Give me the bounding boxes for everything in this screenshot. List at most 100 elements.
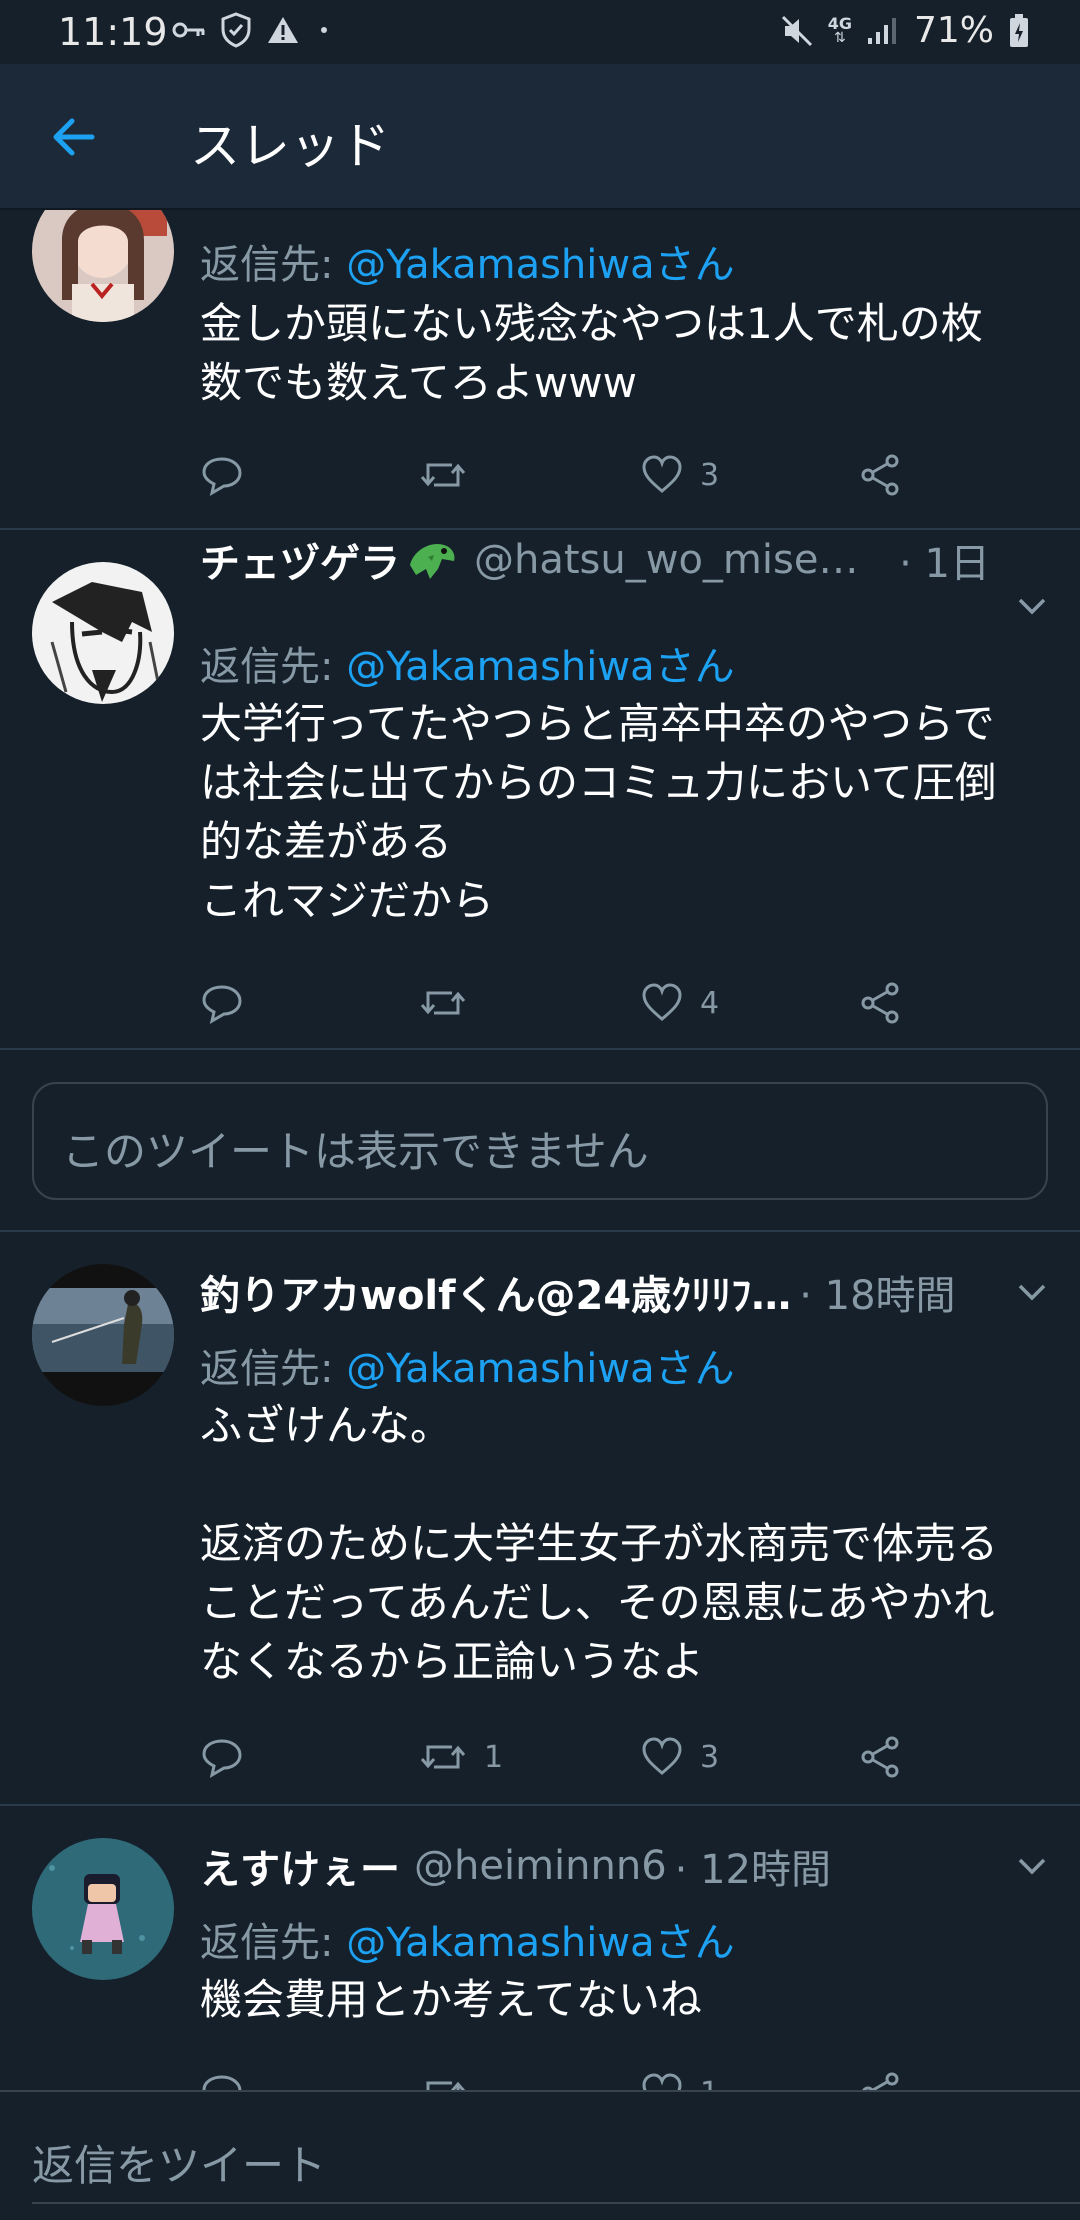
retweet-button[interactable] <box>418 2068 468 2090</box>
mention-link[interactable]: @Yakamashiwaさん <box>346 242 734 288</box>
reply-button[interactable] <box>200 2068 244 2090</box>
retweet-button[interactable] <box>418 450 468 500</box>
tweet[interactable]: チェヅゲラ @hatsu_wo_mise… · 1日 返信先: @Yakamas… <box>0 530 1080 1050</box>
tweet-actions: 3 <box>200 450 920 500</box>
mention-link[interactable]: @Yakamashiwaさん <box>346 1346 734 1392</box>
tweet-time: · 12時間 <box>674 1847 831 1893</box>
mute-icon <box>781 15 812 46</box>
like-count: 1 <box>700 2076 719 2091</box>
heart-icon <box>642 1737 682 1775</box>
dot-icon <box>321 27 327 33</box>
display-name[interactable]: チェヅゲラ <box>200 531 400 589</box>
app-bar: スレッド <box>0 64 1080 210</box>
shield-check-icon <box>221 12 251 48</box>
user-handle: @heiminnn6 <box>414 1843 667 1889</box>
chevron-down-icon[interactable] <box>1002 586 1062 626</box>
tweet[interactable]: 釣りアカwolfくん@24歳ｸﾘﾘﾌ… · 18時間 返信先: @Yakamas… <box>0 1232 1080 1806</box>
crocodile-emoji-icon <box>410 543 455 579</box>
unavailable-text: このツイートは表示できません <box>62 1127 649 1176</box>
display-name[interactable]: えすけぇー <box>200 1837 400 1895</box>
tweet-text: ふざけんな。 返済のために大学生女子が水商売で体売る ことだってあんだし、その恩… <box>200 1401 999 1686</box>
share-button[interactable] <box>858 1732 902 1782</box>
tweet-time: · 1日 <box>899 541 990 587</box>
tweet-time: · 18時間 <box>799 1273 956 1319</box>
retweet-button[interactable] <box>418 978 468 1028</box>
retweet-count: 1 <box>484 1739 504 1775</box>
retweet-icon <box>420 1745 466 1769</box>
reply-to-label: 返信先: <box>200 1346 347 1392</box>
reply-to-label: 返信先: <box>200 242 347 288</box>
tweet[interactable]: 返信先: @Yakamashiwaさん 金しか頭にない残念なやつは1人で札の枚 … <box>0 210 1080 530</box>
signal-icon <box>867 17 896 44</box>
like-count: 4 <box>700 985 720 1021</box>
reply-to-label: 返信先: <box>200 644 347 690</box>
chevron-down-icon[interactable] <box>1002 1846 1062 1886</box>
share-button[interactable] <box>858 450 902 500</box>
unavailable-tweet-card[interactable]: このツイートは表示できません <box>32 1082 1048 1200</box>
reply-button[interactable] <box>200 1732 244 1782</box>
reply-composer[interactable]: 返信をツイート <box>0 2090 1080 2220</box>
share-icon <box>861 454 899 496</box>
tweet-text: 金しか頭にない残念なやつは1人で札の枚 数でも数えてろよwww <box>200 299 983 407</box>
reply-icon <box>202 1739 242 1779</box>
reply-to-line: 返信先: @Yakamashiwaさん <box>200 232 735 290</box>
mention-link[interactable]: @Yakamashiwaさん <box>346 644 734 690</box>
tweet-header: 釣りアカwolfくん@24歳ｸﾘﾘﾌ… · 18時間 <box>200 1262 1050 1322</box>
like-count: 3 <box>700 1739 720 1775</box>
reply-icon <box>202 457 242 497</box>
share-icon <box>861 982 899 1024</box>
battery-icon <box>1010 13 1028 47</box>
chevron-down-icon[interactable] <box>1002 1272 1062 1312</box>
like-count: 3 <box>700 457 720 493</box>
avatar[interactable] <box>32 1838 174 1980</box>
reply-to-label: 返信先: <box>200 1920 347 1966</box>
reply-icon <box>202 985 242 1025</box>
user-handle: @hatsu_wo_mise… <box>474 537 859 583</box>
share-button[interactable] <box>858 2068 902 2090</box>
status-bar: 11:19 4G ⇅ 71% <box>0 0 1080 64</box>
warning-icon <box>268 17 298 43</box>
back-arrow-icon <box>53 118 95 156</box>
page-title: スレッド <box>190 117 390 175</box>
avatar[interactable] <box>32 210 174 322</box>
tweet-header: チェヅゲラ @hatsu_wo_mise… · 1日 <box>200 530 1050 590</box>
share-icon <box>862 2072 899 2090</box>
reply-to-line: 返信先: @Yakamashiwaさん <box>200 634 735 692</box>
tweet-text: 大学行ってたやつらと高卒中卒のやつらで は社会に出てからのコミュ力において圧倒 … <box>200 699 997 925</box>
like-button[interactable]: 1 <box>640 2068 719 2090</box>
mention-link[interactable]: @Yakamashiwaさん <box>346 1920 734 1966</box>
reply-icon <box>202 2075 242 2090</box>
heart-icon <box>642 983 682 1021</box>
key-icon <box>172 22 205 38</box>
retweet-icon <box>420 991 466 1015</box>
tweet-actions: 4 <box>200 978 920 1028</box>
heart-icon <box>642 455 682 493</box>
tweet-header: えすけぇー @heiminnn6 · 12時間 <box>200 1836 1050 1896</box>
retweet-icon <box>420 463 466 487</box>
like-button[interactable]: 3 <box>640 450 719 500</box>
network-type: 4G <box>827 13 852 33</box>
thread-timeline[interactable]: 返信先: @Yakamashiwaさん 金しか頭にない残念なやつは1人で札の枚 … <box>0 210 1080 2090</box>
like-button[interactable]: 3 <box>640 1732 719 1782</box>
reply-underline <box>32 2202 1080 2204</box>
tweet-actions: 1 <box>200 2068 920 2090</box>
back-button[interactable] <box>40 104 106 170</box>
battery-percent: 71% <box>913 10 994 51</box>
retweet-button[interactable]: 1 <box>418 1732 503 1782</box>
retweet-icon <box>426 2081 466 2090</box>
reply-to-line: 返信先: @Yakamashiwaさん <box>200 1336 735 1394</box>
reply-placeholder[interactable]: 返信をツイート <box>32 2132 326 2193</box>
like-button[interactable]: 4 <box>640 978 719 1028</box>
network-arrows-icon: 4G ⇅ <box>827 13 852 46</box>
avatar[interactable] <box>32 562 174 704</box>
reply-button[interactable] <box>200 450 244 500</box>
tweet-actions: 1 3 <box>200 1732 920 1782</box>
avatar[interactable] <box>32 1264 174 1406</box>
share-button[interactable] <box>858 978 902 1028</box>
tweet-text: 機会費用とか考えてないね <box>200 1975 702 2024</box>
tweet[interactable]: えすけぇー @heiminnn6 · 12時間 返信先: @Yakamashiw… <box>0 1806 1080 2090</box>
status-time: 11:19 <box>58 10 168 54</box>
display-name[interactable]: 釣りアカwolfくん@24歳ｸﾘﾘﾌ… <box>200 1263 791 1321</box>
heart-icon <box>642 2073 682 2090</box>
reply-button[interactable] <box>200 978 244 1028</box>
